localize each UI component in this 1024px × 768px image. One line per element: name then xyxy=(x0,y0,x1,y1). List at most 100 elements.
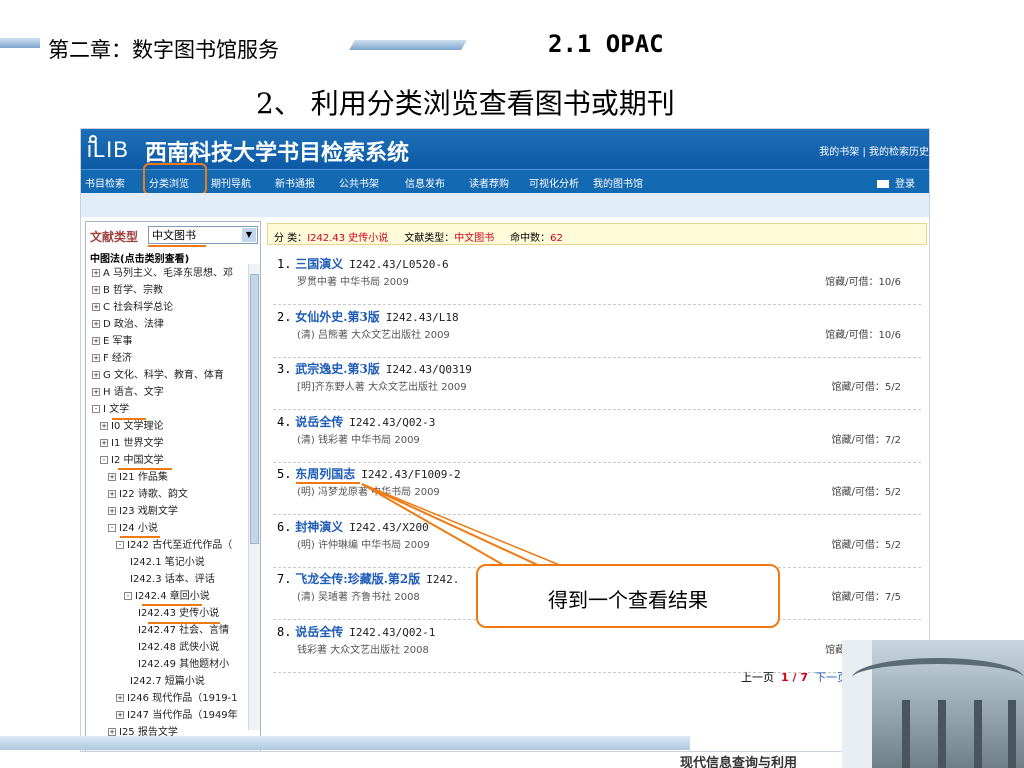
result-call-number: I242.43/L18 xyxy=(385,310,459,324)
nav-my-library[interactable]: 我的图书馆 xyxy=(593,175,643,190)
result-title-link[interactable]: 飞龙全传:珍藏版.第2版 xyxy=(295,572,420,586)
tree-item-label: I242.48 武侠小说 xyxy=(138,642,220,653)
tree-item[interactable]: - I242 古代至近代作品（ xyxy=(116,536,232,551)
login-link[interactable]: 登录 xyxy=(877,175,915,190)
result-title-link[interactable]: 东周列国志 xyxy=(295,467,355,481)
expand-icon[interactable]: + xyxy=(92,269,100,277)
doc-label: 文献类型： xyxy=(404,233,455,244)
tree-item[interactable]: + G 文化、科学、教育、体育 xyxy=(92,366,224,381)
doc-value: 中文图书 xyxy=(454,233,495,244)
tree-item[interactable]: I242.3 话本、评话 xyxy=(130,570,215,585)
expand-icon[interactable]: + xyxy=(108,728,116,736)
prev-page-button[interactable]: 上一页 xyxy=(741,671,774,684)
expand-icon[interactable]: + xyxy=(116,711,124,719)
tree-item[interactable]: + H 语言、文字 xyxy=(92,383,164,398)
result-item: 4. 说岳全传 I242.43/Q02-3 (清) 钱彩著 中华书局 2009 馆藏/… xyxy=(273,411,921,463)
expand-icon[interactable]: + xyxy=(100,422,108,430)
tree-item[interactable]: + I22 诗歌、韵文 xyxy=(108,485,188,500)
tree-heading: 中图法(点击类别查看) xyxy=(90,254,190,265)
result-call-number: I242.43/Q0319 xyxy=(385,363,472,376)
nav-journal-nav[interactable]: 期刊导航 xyxy=(211,175,251,190)
result-call-number: I242.43/Q02-3 xyxy=(349,415,436,429)
tree-item[interactable]: + D 政治、法律 xyxy=(92,315,164,330)
tree-item-label: E 军事 xyxy=(103,336,133,347)
chevron-down-icon: ▼ xyxy=(242,228,256,242)
result-number: 2. xyxy=(277,309,292,324)
expand-icon[interactable]: + xyxy=(108,473,116,481)
tree-item[interactable]: + I247 当代作品（1949年 xyxy=(116,706,238,721)
expand-icon[interactable]: + xyxy=(108,507,116,515)
tree-item[interactable]: - I242.4 章回小说 xyxy=(124,587,210,602)
tree-item[interactable]: + I246 现代作品（1919-1 xyxy=(116,689,238,704)
result-publisher: [明]齐东野人著 大众文艺出版社 2009 xyxy=(297,382,467,393)
expand-icon[interactable]: + xyxy=(108,490,116,498)
tree-item[interactable]: + B 哲学、宗教 xyxy=(92,281,163,296)
nav-public-shelf[interactable]: 公共书架 xyxy=(339,175,379,190)
result-publisher: (清) 吕熊著 大众文艺出版社 2009 xyxy=(297,329,450,341)
tree-vertical-scrollbar[interactable] xyxy=(248,264,260,730)
tree-item[interactable]: + F 经济 xyxy=(92,349,132,364)
tree-item[interactable]: + C 社会科学总论 xyxy=(92,298,173,313)
expand-icon[interactable]: + xyxy=(92,354,100,362)
result-title-line: 8. 说岳全传 I242.43/Q02-1 xyxy=(277,623,435,640)
tree-item[interactable]: I242.43 史传小说 xyxy=(138,604,219,619)
collapse-icon[interactable]: - xyxy=(100,456,108,464)
tree-item[interactable]: + E 军事 xyxy=(92,332,133,347)
result-title-link[interactable]: 武宗逸史.第3版 xyxy=(295,362,380,376)
expand-icon[interactable]: + xyxy=(92,303,100,311)
tree-item[interactable]: -I 文学 xyxy=(92,400,129,415)
nav-info-publish[interactable]: 信息发布 xyxy=(405,175,445,190)
expand-icon[interactable]: + xyxy=(100,439,108,447)
annotation-underline xyxy=(112,418,146,420)
expand-icon[interactable]: + xyxy=(92,371,100,379)
tree-item-label: G 文化、科学、教育、体育 xyxy=(103,370,224,381)
expand-icon[interactable]: + xyxy=(92,320,100,328)
tree-item-label: I1 世界文学 xyxy=(111,438,164,449)
expand-icon[interactable]: + xyxy=(116,694,124,702)
expand-icon[interactable]: + xyxy=(92,337,100,345)
nav-new-books[interactable]: 新书通报 xyxy=(275,175,315,190)
nav-reader-recommend[interactable]: 读者荐购 xyxy=(469,175,509,190)
doc-type-label: 文献类型 xyxy=(90,230,139,244)
collapse-icon[interactable]: - xyxy=(116,541,124,549)
result-title-link[interactable]: 说岳全传 xyxy=(295,415,343,429)
tree-item[interactable]: I242.1 笔记小说 xyxy=(130,553,205,568)
tree-item[interactable]: I242.49 其他题材小 xyxy=(138,655,229,670)
expand-icon[interactable]: + xyxy=(92,388,100,396)
tree-item[interactable]: + I1 世界文学 xyxy=(100,434,164,449)
result-title-link[interactable]: 三国演义 xyxy=(295,257,343,271)
result-title-link[interactable]: 封神演义 xyxy=(295,520,343,534)
result-availability: 馆藏/可借：5/2 xyxy=(831,487,901,498)
tree-item-label: I242.47 社会、言情 xyxy=(138,625,230,636)
result-title-link[interactable]: 女仙外史.第3版 xyxy=(295,310,380,324)
annotation-underline xyxy=(142,604,202,606)
result-title-link[interactable]: 说岳全传 xyxy=(295,625,343,639)
result-publisher: (清) 钱彩著 中华书局 2009 xyxy=(297,434,420,446)
nav-book-search[interactable]: 书目检索 xyxy=(85,175,125,190)
top-links[interactable]: 我的书架 | 我的检索历史 xyxy=(819,143,929,158)
result-call-number: I242.43/X200 xyxy=(349,520,429,534)
tree-item[interactable]: + A 马列主义、毛泽东思想、邓 xyxy=(92,264,233,279)
tree-item[interactable]: - I2 中国文学 xyxy=(100,451,164,466)
tree-item[interactable]: I242.48 武侠小说 xyxy=(138,638,219,653)
doc-type-select[interactable]: 中文图书 ▼ xyxy=(148,226,258,244)
result-call-number: I242.43/Q02-1 xyxy=(349,625,436,639)
expand-icon[interactable]: + xyxy=(92,286,100,294)
scroll-thumb[interactable] xyxy=(250,274,259,544)
nav-visual-analysis[interactable]: 可视化分析 xyxy=(529,175,579,190)
tree-item[interactable]: + I23 戏剧文学 xyxy=(108,502,178,517)
slide-decor-bar-left xyxy=(0,38,40,48)
tree-item[interactable]: I242.7 短篇小说 xyxy=(130,672,205,687)
result-number: 6. xyxy=(277,519,292,534)
tree-item[interactable]: - I24 小说 xyxy=(108,519,158,534)
collapse-icon[interactable]: - xyxy=(124,592,132,600)
collapse-icon[interactable]: - xyxy=(108,524,116,532)
result-title-line: 6. 封神演义 I242.43/X200 xyxy=(277,518,429,535)
nav-highlight-box xyxy=(143,163,207,195)
result-availability: 馆藏/可借：5/2 xyxy=(831,539,901,551)
result-number: 5. xyxy=(277,467,292,481)
tree-item[interactable]: + I21 作品集 xyxy=(108,468,168,483)
tree-item-label: B 哲学、宗教 xyxy=(103,285,164,296)
result-number: 3. xyxy=(277,362,292,376)
collapse-icon[interactable]: - xyxy=(92,405,100,413)
